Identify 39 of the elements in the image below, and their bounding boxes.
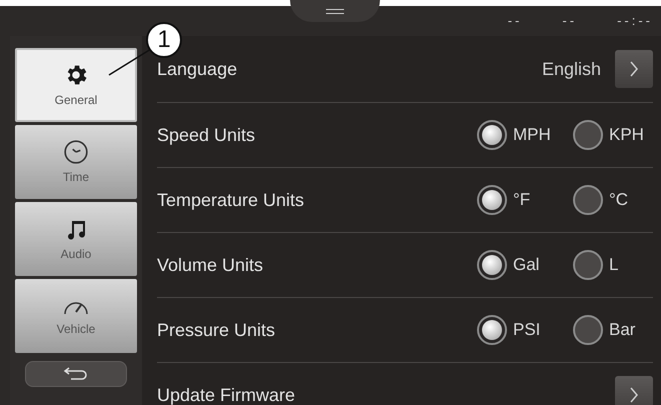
status-field: -- [508,11,522,31]
option-label: MPH [513,124,552,146]
option-label: °C [609,189,630,212]
radio-button[interactable] [477,315,507,345]
option-label: PSI [513,319,542,342]
status-field: -- [562,11,578,31]
next-button[interactable] [615,50,653,88]
radio-button[interactable] [477,250,507,280]
sidebar-tab[interactable]: Vehicle [15,279,137,353]
sidebar-tab[interactable]: General [15,48,137,122]
radio-button[interactable] [477,185,507,215]
option-label: °F [513,189,532,212]
setting-label: Speed Units [157,124,256,147]
sidebar-tab[interactable]: Time [15,125,137,199]
option-label: L [609,254,620,276]
setting-value: English [542,58,601,81]
setting-label: Temperature Units [157,188,304,212]
clock-icon [63,138,89,164]
leader-line [108,48,152,76]
option-label: Gal [513,254,540,276]
status-field: --:-- [617,11,653,31]
radio-button[interactable] [573,120,603,150]
chevron-right-icon [629,387,639,403]
pull-down-handle[interactable] [290,0,380,22]
setting-label: Language [157,58,238,81]
chevron-right-icon [629,61,639,77]
radio-button[interactable] [573,250,603,280]
back-button[interactable] [25,361,127,387]
radio-button[interactable] [477,120,507,150]
setting-label: Update Firmware [157,384,296,405]
sidebar-tab[interactable]: Audio [15,202,137,276]
setting-label: Pressure Units [157,318,276,342]
next-button[interactable] [615,376,653,405]
setting-label: Volume Units [157,254,264,276]
option-label: KPH [609,124,645,146]
return-arrow-icon [63,367,89,381]
radio-button[interactable] [573,315,603,345]
radio-button[interactable] [573,185,603,215]
option-label: Bar [609,319,636,342]
